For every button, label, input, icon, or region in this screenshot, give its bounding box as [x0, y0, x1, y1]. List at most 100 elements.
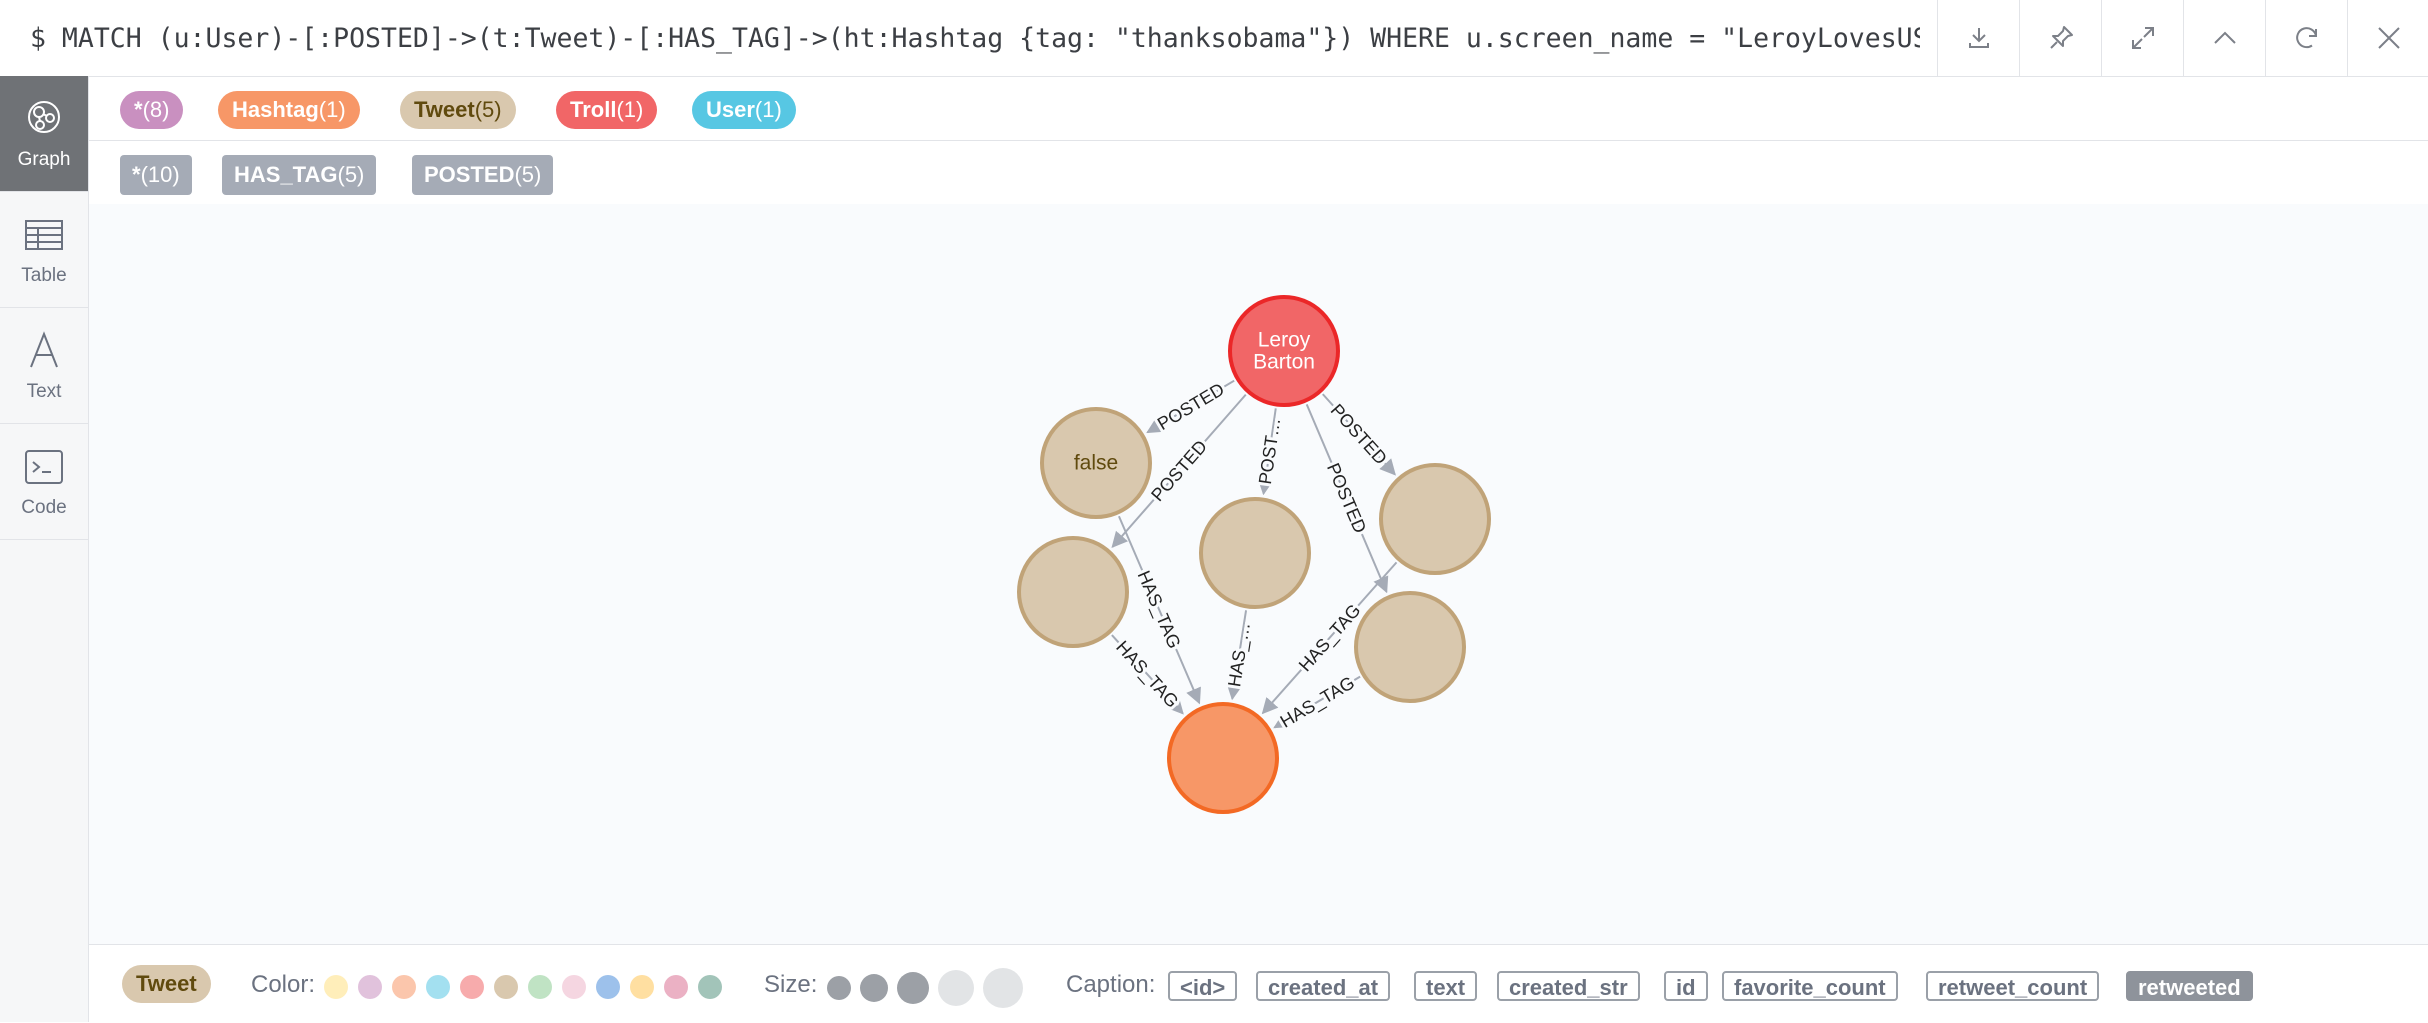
caption-option-created-str[interactable]: created_str — [1497, 971, 1640, 1001]
size-label: Size: — [764, 971, 818, 998]
pill-count: (5) — [514, 162, 542, 187]
node-caption: Barton — [1253, 351, 1315, 374]
size-option[interactable] — [983, 968, 1023, 1008]
rel-type-pill-all[interactable]: *(10) — [120, 155, 192, 195]
graph-icon — [28, 100, 60, 133]
node-label-pill-user[interactable]: User(1) — [692, 91, 796, 129]
relationship-posted[interactable]: POST… — [1252, 408, 1287, 496]
pill-name: Tweet — [414, 97, 475, 122]
selected-label-pill: Tweet — [122, 965, 211, 1003]
caption-option-retweet-count[interactable]: retweet_count — [1926, 971, 2100, 1001]
style-bar: Tweet Color: Size: Caption: <id> created… — [89, 944, 2428, 1023]
download-icon — [1968, 28, 1989, 48]
color-swatch-selected[interactable] — [494, 975, 518, 999]
rerun-icon — [2295, 27, 2317, 49]
size-option-selected[interactable] — [897, 972, 929, 1004]
rerun-button[interactable] — [2265, 0, 2347, 76]
sidebar-item-graph[interactable]: Graph — [0, 76, 88, 192]
node-tweet[interactable] — [1017, 536, 1129, 648]
color-swatch[interactable] — [630, 975, 654, 999]
node-troll[interactable]: LeroyBarton — [1228, 295, 1340, 407]
query-bar: $ MATCH (u:User)-[:POSTED]->(t:Tweet)-[:… — [0, 0, 2428, 77]
pill-name: * — [134, 97, 143, 122]
pill-name: User — [706, 97, 755, 122]
pill-count: (5) — [474, 97, 502, 122]
node-circle[interactable] — [1379, 463, 1491, 575]
pin-button[interactable] — [2019, 0, 2101, 76]
size-option[interactable] — [860, 974, 888, 1002]
caption-option-id[interactable]: <id> — [1168, 971, 1238, 1001]
query-text[interactable]: $ MATCH (u:User)-[:POSTED]->(t:Tweet)-[:… — [30, 0, 1920, 76]
relationship-caption: HAS_… — [1224, 621, 1255, 688]
caption-option-text[interactable]: text — [1414, 971, 1478, 1001]
color-swatch[interactable] — [426, 975, 450, 999]
caption-option-retweeted[interactable]: retweeted — [2126, 971, 2253, 1001]
graph-visualization[interactable]: POSTEDPOSTED POST… POSTEDPOSTEDHAS_TAGHAS_… — [89, 204, 2428, 944]
color-swatch[interactable] — [664, 975, 688, 999]
pill-count: (10) — [140, 162, 180, 187]
download-button[interactable] — [1937, 0, 2019, 76]
pill-count: (1) — [616, 97, 644, 122]
close-icon — [2377, 27, 2400, 49]
collapse-icon — [2213, 31, 2236, 44]
node-tweet[interactable]: false — [1040, 407, 1152, 519]
expand-icon — [2131, 27, 2154, 49]
caption-label: Caption: — [1066, 971, 1156, 998]
pin-icon — [2049, 26, 2073, 49]
pill-count: (1) — [754, 97, 782, 122]
relationship-caption: HAS_TAG — [1277, 672, 1359, 732]
sidebar-item-table[interactable]: Table — [0, 192, 88, 308]
relationship-posted[interactable]: POSTED — [1146, 376, 1235, 437]
size-option[interactable] — [938, 970, 974, 1006]
node-circle[interactable] — [1199, 497, 1311, 609]
caption-option-id-prop[interactable]: id — [1664, 971, 1708, 1001]
color-swatch[interactable] — [392, 975, 416, 999]
close-button[interactable] — [2347, 0, 2428, 76]
sidebar-item-code[interactable]: Code — [0, 424, 88, 540]
sidebar-item-label: Table — [21, 264, 67, 286]
node-circle[interactable] — [1167, 702, 1279, 814]
rel-type-pill-has-tag[interactable]: HAS_TAG(5) — [222, 155, 377, 195]
relationship-type-legend: *(10) HAS_TAG(5) POSTED(5) — [89, 141, 2428, 205]
node-label-pill-troll[interactable]: Troll(1) — [556, 91, 658, 129]
color-swatch[interactable] — [528, 975, 552, 999]
node-label-pill-hashtag[interactable]: Hashtag(1) — [218, 91, 360, 129]
pill-count: (8) — [142, 97, 170, 122]
color-swatch[interactable] — [358, 975, 382, 999]
relationship-caption: POSTED — [1154, 379, 1228, 434]
node-caption: Leroy — [1258, 329, 1311, 352]
pill-name: * — [132, 162, 141, 187]
node-hashtag[interactable] — [1167, 702, 1279, 814]
pill-count: (1) — [318, 97, 346, 122]
relationship-caption: POSTED — [1323, 460, 1370, 536]
color-label: Color: — [251, 971, 316, 998]
graph-canvas[interactable]: POSTED POSTED POST… POSTED POSTED HAS_TAG HAS_… — [89, 204, 2428, 944]
size-option[interactable] — [827, 976, 851, 1000]
sidebar-item-label: Text — [26, 380, 62, 402]
sidebar-item-text[interactable]: Text — [0, 308, 88, 424]
color-swatch[interactable] — [596, 975, 620, 999]
relationship-caption: POSTED — [1327, 400, 1391, 468]
node-tweet[interactable] — [1354, 591, 1466, 703]
node-circle[interactable] — [1354, 591, 1466, 703]
color-swatch[interactable] — [698, 975, 722, 999]
pill-count: (5) — [337, 162, 365, 187]
node-tweet[interactable] — [1379, 463, 1491, 575]
node-label-pill-tweet[interactable]: Tweet(5) — [400, 91, 516, 129]
color-swatch[interactable] — [562, 975, 586, 999]
text-icon — [30, 330, 58, 367]
caption-option-favorite-count[interactable]: favorite_count — [1722, 971, 1898, 1001]
color-swatch[interactable] — [460, 975, 484, 999]
relationship-has-tag[interactable]: HAS_TAG — [1273, 669, 1362, 736]
relationship-has-tag[interactable]: HAS_… — [1221, 610, 1258, 701]
node-tweet[interactable] — [1199, 497, 1311, 609]
relationship-caption: HAS_TAG — [1133, 568, 1185, 652]
collapse-button[interactable] — [2183, 0, 2265, 76]
node-circle[interactable] — [1017, 536, 1129, 648]
rel-type-pill-posted[interactable]: POSTED(5) — [412, 155, 554, 195]
fullscreen-button[interactable] — [2101, 0, 2183, 76]
pill-name: POSTED — [424, 162, 515, 187]
node-label-pill-all[interactable]: *(8) — [120, 91, 184, 129]
color-swatch[interactable] — [324, 975, 348, 999]
caption-option-created-at[interactable]: created_at — [1256, 971, 1391, 1001]
